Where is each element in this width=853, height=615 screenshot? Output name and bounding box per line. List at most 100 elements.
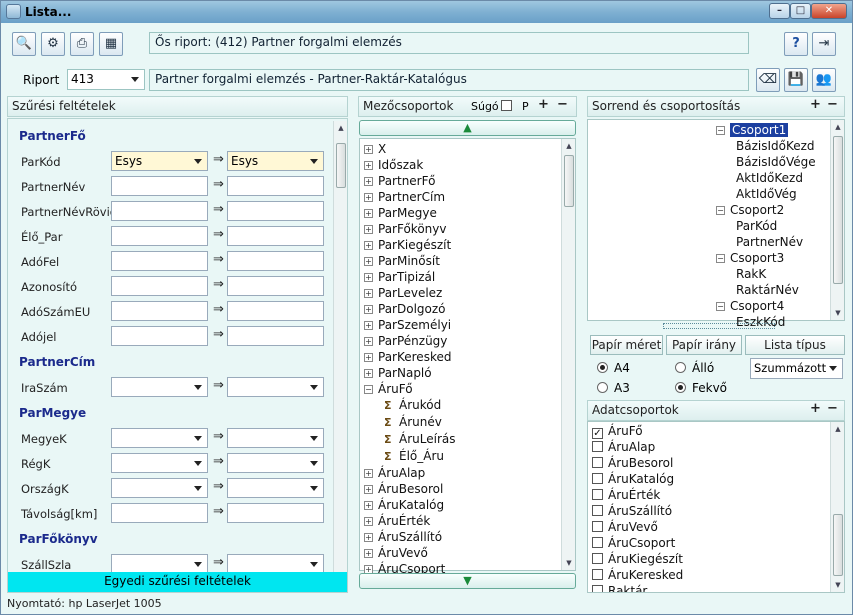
filter-to-input[interactable]: [227, 377, 324, 397]
collapse-icon[interactable]: −: [716, 206, 725, 215]
filter-from-input[interactable]: [111, 201, 208, 221]
field-group-item[interactable]: + ParFőkönyv: [364, 221, 455, 237]
checkbox[interactable]: [592, 585, 603, 592]
collapse-icon[interactable]: −: [364, 385, 373, 394]
order-item[interactable]: AktIdőKezd: [716, 170, 816, 186]
checkbox[interactable]: [592, 553, 603, 564]
custom-filter-button[interactable]: Egyedi szűrési feltételek: [8, 572, 347, 592]
data-group-item[interactable]: ÁruÉrték: [592, 487, 683, 503]
filter-from-input[interactable]: [111, 301, 208, 321]
checkbox[interactable]: [592, 569, 603, 580]
data-group-item[interactable]: ÁruAlap: [592, 439, 683, 455]
order-group[interactable]: − Csoport1: [716, 122, 816, 138]
filter-to-input[interactable]: [227, 226, 324, 246]
field-group-item[interactable]: + ParSzemélyi: [364, 317, 455, 333]
list-type-button[interactable]: Lista típus: [745, 335, 845, 355]
save-icon[interactable]: 💾: [784, 68, 808, 92]
radio-a4[interactable]: A4: [597, 361, 630, 375]
filter-to-input[interactable]: [227, 301, 324, 321]
radio-landscape-dot[interactable]: [675, 382, 686, 393]
expand-icon[interactable]: +: [364, 289, 373, 298]
expand-icon[interactable]: +: [364, 273, 373, 282]
filter-to-input[interactable]: [227, 554, 324, 574]
expand-icon[interactable]: +: [364, 501, 373, 510]
field-group-item[interactable]: + X: [364, 141, 455, 157]
expand-icon[interactable]: +: [364, 337, 373, 346]
field-group-item[interactable]: − ÁruFő: [364, 381, 455, 397]
expand-icon[interactable]: +: [364, 209, 373, 218]
users-icon[interactable]: 👥: [812, 68, 836, 92]
order-item[interactable]: RakK: [716, 266, 816, 282]
order-add-icon[interactable]: +: [810, 97, 821, 112]
filter-to-input[interactable]: [227, 251, 324, 271]
data-group-item[interactable]: ÁruKiegészít: [592, 551, 683, 567]
field-group-item[interactable]: + ParMegye: [364, 205, 455, 221]
field-group-item[interactable]: + ParKeresked: [364, 349, 455, 365]
expand-icon[interactable]: +: [364, 533, 373, 542]
checkbox[interactable]: [592, 505, 603, 516]
field-group-item[interactable]: + ParNapló: [364, 365, 455, 381]
settings-icon[interactable]: ⚙: [41, 32, 65, 56]
filter-to-input[interactable]: [227, 428, 324, 448]
data-group-item[interactable]: ÁruBesorol: [592, 455, 683, 471]
expand-icon[interactable]: +: [364, 549, 373, 558]
field-group-item[interactable]: + Időszak: [364, 157, 455, 173]
expand-icon[interactable]: +: [364, 257, 373, 266]
field-group-item[interactable]: + PartnerFő: [364, 173, 455, 189]
filters-scrollbar[interactable]: ▲: [333, 121, 347, 573]
field-group-item[interactable]: + ÁruKatalóg: [364, 497, 455, 513]
checkbox[interactable]: ✓: [592, 428, 603, 439]
title-bar[interactable]: Lista... – □ ✕: [1, 1, 852, 23]
expand-icon[interactable]: +: [364, 485, 373, 494]
filter-from-input[interactable]: [111, 251, 208, 271]
collapse-icon[interactable]: −: [716, 302, 725, 311]
filter-from-input[interactable]: [111, 176, 208, 196]
field-item[interactable]: Σ Árunév: [364, 414, 455, 431]
order-remove-icon[interactable]: −: [827, 97, 838, 112]
printer-icon[interactable]: ⎙: [70, 32, 94, 56]
data-group-item[interactable]: ÁruCsoport: [592, 535, 683, 551]
scroll-down-button[interactable]: ▼: [359, 573, 576, 589]
field-group-item[interactable]: + ParPénzügy: [364, 333, 455, 349]
filter-from-input[interactable]: [111, 428, 208, 448]
order-group[interactable]: − Csoport4: [716, 298, 816, 314]
order-scrollbar[interactable]: ▲ ▼: [830, 120, 844, 320]
filter-from-input[interactable]: [111, 226, 208, 246]
checkbox[interactable]: [592, 537, 603, 548]
order-item[interactable]: BázisIdőVége: [716, 154, 816, 170]
filter-from-input[interactable]: [111, 453, 208, 473]
radio-landscape[interactable]: Fekvő: [675, 381, 727, 395]
filter-from-input[interactable]: Esys: [111, 151, 208, 171]
field-group-item[interactable]: + PartnerCím: [364, 189, 455, 205]
list-type-select[interactable]: Szummázott: [750, 358, 843, 379]
eraser-icon[interactable]: ⌫: [756, 68, 780, 92]
filter-to-input[interactable]: [227, 201, 324, 221]
field-group-item[interactable]: + ParDolgozó: [364, 301, 455, 317]
add-icon[interactable]: +: [538, 97, 549, 112]
field-group-item[interactable]: + ÁruBesorol: [364, 481, 455, 497]
field-item[interactable]: Σ ÁruLeírás: [364, 431, 455, 448]
filter-to-input[interactable]: [227, 503, 324, 523]
data-remove-icon[interactable]: −: [827, 401, 838, 416]
radio-a3-dot[interactable]: [597, 382, 608, 393]
field-group-item[interactable]: + ParTipizál: [364, 269, 455, 285]
expand-icon[interactable]: +: [364, 369, 373, 378]
data-group-item[interactable]: ÁruKatalóg: [592, 471, 683, 487]
data-group-item[interactable]: ÁruKeresked: [592, 567, 683, 583]
filter-to-input[interactable]: [227, 276, 324, 296]
report-select[interactable]: 413: [67, 69, 145, 90]
field-group-item[interactable]: + ParLevelez: [364, 285, 455, 301]
help-icon[interactable]: ?: [784, 32, 808, 56]
radio-a3[interactable]: A3: [597, 381, 630, 395]
order-group[interactable]: − Csoport3: [716, 250, 816, 266]
data-add-icon[interactable]: +: [810, 401, 821, 416]
order-group[interactable]: − Csoport2: [716, 202, 816, 218]
order-item[interactable]: PartnerNév: [716, 234, 816, 250]
order-item[interactable]: BázisIdőKezd: [716, 138, 816, 154]
data-group-item[interactable]: ÁruVevő: [592, 519, 683, 535]
expand-icon[interactable]: +: [364, 469, 373, 478]
order-item[interactable]: AktIdőVég: [716, 186, 816, 202]
paper-orientation-button[interactable]: Papír irány: [666, 335, 742, 355]
checkbox[interactable]: [592, 457, 603, 468]
filter-to-input[interactable]: [227, 453, 324, 473]
